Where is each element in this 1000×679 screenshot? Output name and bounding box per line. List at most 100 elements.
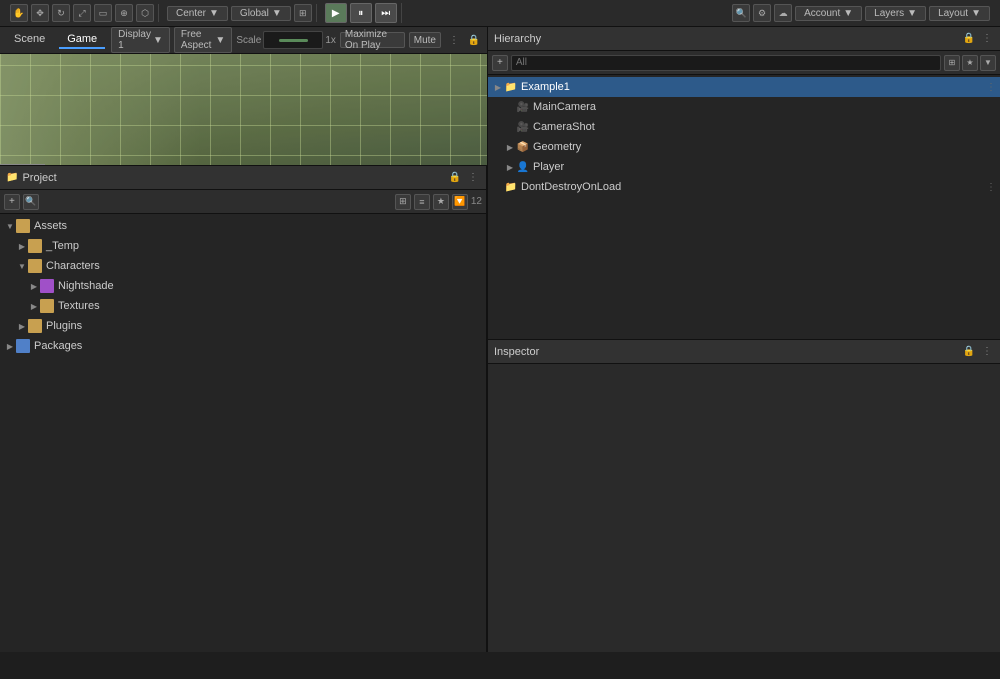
scene-view[interactable]	[0, 54, 487, 165]
hierarchy-item-player[interactable]: ▶ 👤 Player	[488, 157, 1000, 177]
layers-dropdown[interactable]: Layers ▼	[865, 6, 926, 21]
mute-btn[interactable]: Mute	[409, 32, 441, 48]
aspect-label: Free Aspect	[181, 29, 214, 51]
play-button[interactable]: ▶	[325, 3, 347, 23]
example1-label: Example1	[521, 81, 570, 93]
hierarchy-filter1[interactable]: ⊞	[944, 55, 960, 71]
project-temp[interactable]: ▶ _Temp	[0, 236, 486, 256]
hierarchy-panel: Hierarchy 🔒 ⋮ + ⊞ ★ ▼ ▶ 📁 Example1	[487, 27, 1000, 340]
geometry-arrow: ▶	[504, 141, 516, 153]
search-icon[interactable]: 🔍	[732, 4, 750, 22]
project-lock-icon[interactable]: 🔒	[448, 171, 462, 185]
rect-tool[interactable]: ▭	[94, 4, 112, 22]
project-panel: 📁 Project 🔒 ⋮ + 🔍 ⊞ ≡ ★ 🔽 12 ▼	[0, 165, 487, 652]
project-packages[interactable]: ▶ Packages	[0, 336, 486, 356]
hierarchy-lock-icon[interactable]: 🔒	[962, 32, 976, 46]
temp-label: _Temp	[46, 240, 79, 252]
rotate-tool[interactable]: ↻	[52, 4, 70, 22]
inspector-header: Inspector 🔒 ⋮	[488, 340, 1000, 364]
dontdestroy-menu[interactable]: ⋮	[986, 182, 996, 193]
example1-icon: 📁	[504, 80, 518, 94]
hierarchy-item-camerashot[interactable]: 🎥 CameraShot	[488, 117, 1000, 137]
hand-tool[interactable]: ✋	[10, 4, 28, 22]
pause-button[interactable]: ⏸	[350, 3, 372, 23]
search-group: 🔍 ⚙ ☁ Account ▼ Layers ▼ Layout ▼	[728, 4, 994, 22]
player-label: Player	[533, 161, 564, 173]
geometry-label: Geometry	[533, 141, 581, 153]
tab-game[interactable]: Game	[59, 31, 105, 49]
scene-toolbar: Scene Game Display 1 ▼ Free Aspect ▼ Sca…	[0, 27, 487, 54]
inspector-title: Inspector	[494, 346, 958, 358]
hierarchy-item-geometry[interactable]: ▶ 📦 Geometry	[488, 137, 1000, 157]
assets-icon	[16, 219, 30, 233]
scene-lock-icon[interactable]: 🔒	[467, 33, 481, 47]
hierarchy-toolbar: + ⊞ ★ ▼	[488, 51, 1000, 75]
space-chevron: ▼	[272, 8, 282, 19]
pivot-group: Center ▼ Global ▼ ⊞	[163, 4, 317, 22]
project-filter-icon[interactable]: 🔽	[452, 194, 468, 210]
hierarchy-search[interactable]	[511, 55, 941, 71]
layout-chevron: ▼	[971, 8, 981, 19]
example1-menu[interactable]: ⋮	[986, 82, 996, 93]
aspect-dropdown[interactable]: Free Aspect ▼	[174, 27, 232, 53]
hierarchy-content: ▶ 📁 Example1 ⋮ 🎥 MainCamera 🎥	[488, 75, 1000, 339]
grid-tool[interactable]: ⊞	[294, 4, 312, 22]
packages-label: Packages	[34, 340, 82, 352]
scale-tool[interactable]: ⤢	[73, 4, 91, 22]
scale-value: 1x	[325, 35, 336, 46]
cloud-icon[interactable]: ☁	[774, 4, 792, 22]
project-view2-icon[interactable]: ≡	[414, 194, 430, 210]
assets-label: Assets	[34, 220, 67, 232]
camerashot-arrow	[504, 121, 516, 133]
step-button[interactable]: ⏭	[375, 3, 397, 23]
project-view1-icon[interactable]: ⊞	[395, 194, 411, 210]
hierarchy-options-icon[interactable]: ⋮	[980, 32, 994, 46]
project-characters[interactable]: ▼ Characters	[0, 256, 486, 276]
temp-icon	[28, 239, 42, 253]
tab-scene[interactable]: Scene	[6, 31, 53, 49]
space-label: Global	[240, 8, 269, 19]
hierarchy-item-maincamera[interactable]: 🎥 MainCamera	[488, 97, 1000, 117]
hierarchy-filter3[interactable]: ▼	[980, 55, 996, 71]
dontdestroy-label: DontDestroyOnLoad	[521, 181, 621, 193]
account-label: Account	[804, 8, 840, 19]
custom-tool[interactable]: ⬡	[136, 4, 154, 22]
stair-block-5	[0, 164, 45, 165]
inspector-options-icon[interactable]: ⋮	[980, 345, 994, 359]
project-nightshade[interactable]: ▶ Nightshade	[0, 276, 486, 296]
transform-tools: ✋ ✥ ↻ ⤢ ▭ ⊕ ⬡	[6, 4, 159, 22]
settings-icon[interactable]: ⚙	[753, 4, 771, 22]
top-toolbar: ✋ ✥ ↻ ⤢ ▭ ⊕ ⬡ Center ▼ Global ▼ ⊞ ▶ ⏸ ⏭ …	[0, 0, 1000, 27]
textures-icon	[40, 299, 54, 313]
layout-dropdown[interactable]: Layout ▼	[929, 6, 990, 21]
scale-slider[interactable]	[263, 31, 323, 49]
hierarchy-title: Hierarchy	[494, 33, 958, 45]
inspector-lock-icon[interactable]: 🔒	[962, 345, 976, 359]
inspector-panel: Inspector 🔒 ⋮	[487, 340, 1000, 652]
display-label: Display 1	[118, 29, 151, 51]
layout-label: Layout	[938, 8, 968, 19]
space-dropdown[interactable]: Global ▼	[231, 6, 291, 21]
project-content: ▼ Assets ▶ _Temp ▼ Characters	[0, 214, 486, 652]
project-assets[interactable]: ▼ Assets	[0, 216, 486, 236]
hierarchy-add-btn[interactable]: +	[492, 55, 508, 71]
project-add-btn[interactable]: +	[4, 194, 20, 210]
transform-all-tool[interactable]: ⊕	[115, 4, 133, 22]
project-options-icon[interactable]: ⋮	[466, 171, 480, 185]
camerashot-label: CameraShot	[533, 121, 595, 133]
move-tool[interactable]: ✥	[31, 4, 49, 22]
hierarchy-item-example1[interactable]: ▶ 📁 Example1 ⋮	[488, 77, 1000, 97]
pivot-dropdown[interactable]: Center ▼	[167, 6, 228, 21]
hierarchy-item-dontdestroy[interactable]: 📁 DontDestroyOnLoad ⋮	[488, 177, 1000, 197]
account-chevron: ▼	[843, 8, 853, 19]
account-dropdown[interactable]: Account ▼	[795, 6, 862, 21]
project-textures[interactable]: ▶ Textures	[0, 296, 486, 316]
project-favorite-icon[interactable]: ★	[433, 194, 449, 210]
hierarchy-filter2[interactable]: ★	[962, 55, 978, 71]
maximize-on-play-btn[interactable]: Maximize On Play	[340, 32, 405, 48]
scene-options-icon[interactable]: ⋮	[447, 33, 461, 47]
display-dropdown[interactable]: Display 1 ▼	[111, 27, 170, 53]
project-search-icon[interactable]: 🔍	[23, 194, 39, 210]
camerashot-icon: 🎥	[516, 120, 530, 134]
project-plugins[interactable]: ▶ Plugins	[0, 316, 486, 336]
